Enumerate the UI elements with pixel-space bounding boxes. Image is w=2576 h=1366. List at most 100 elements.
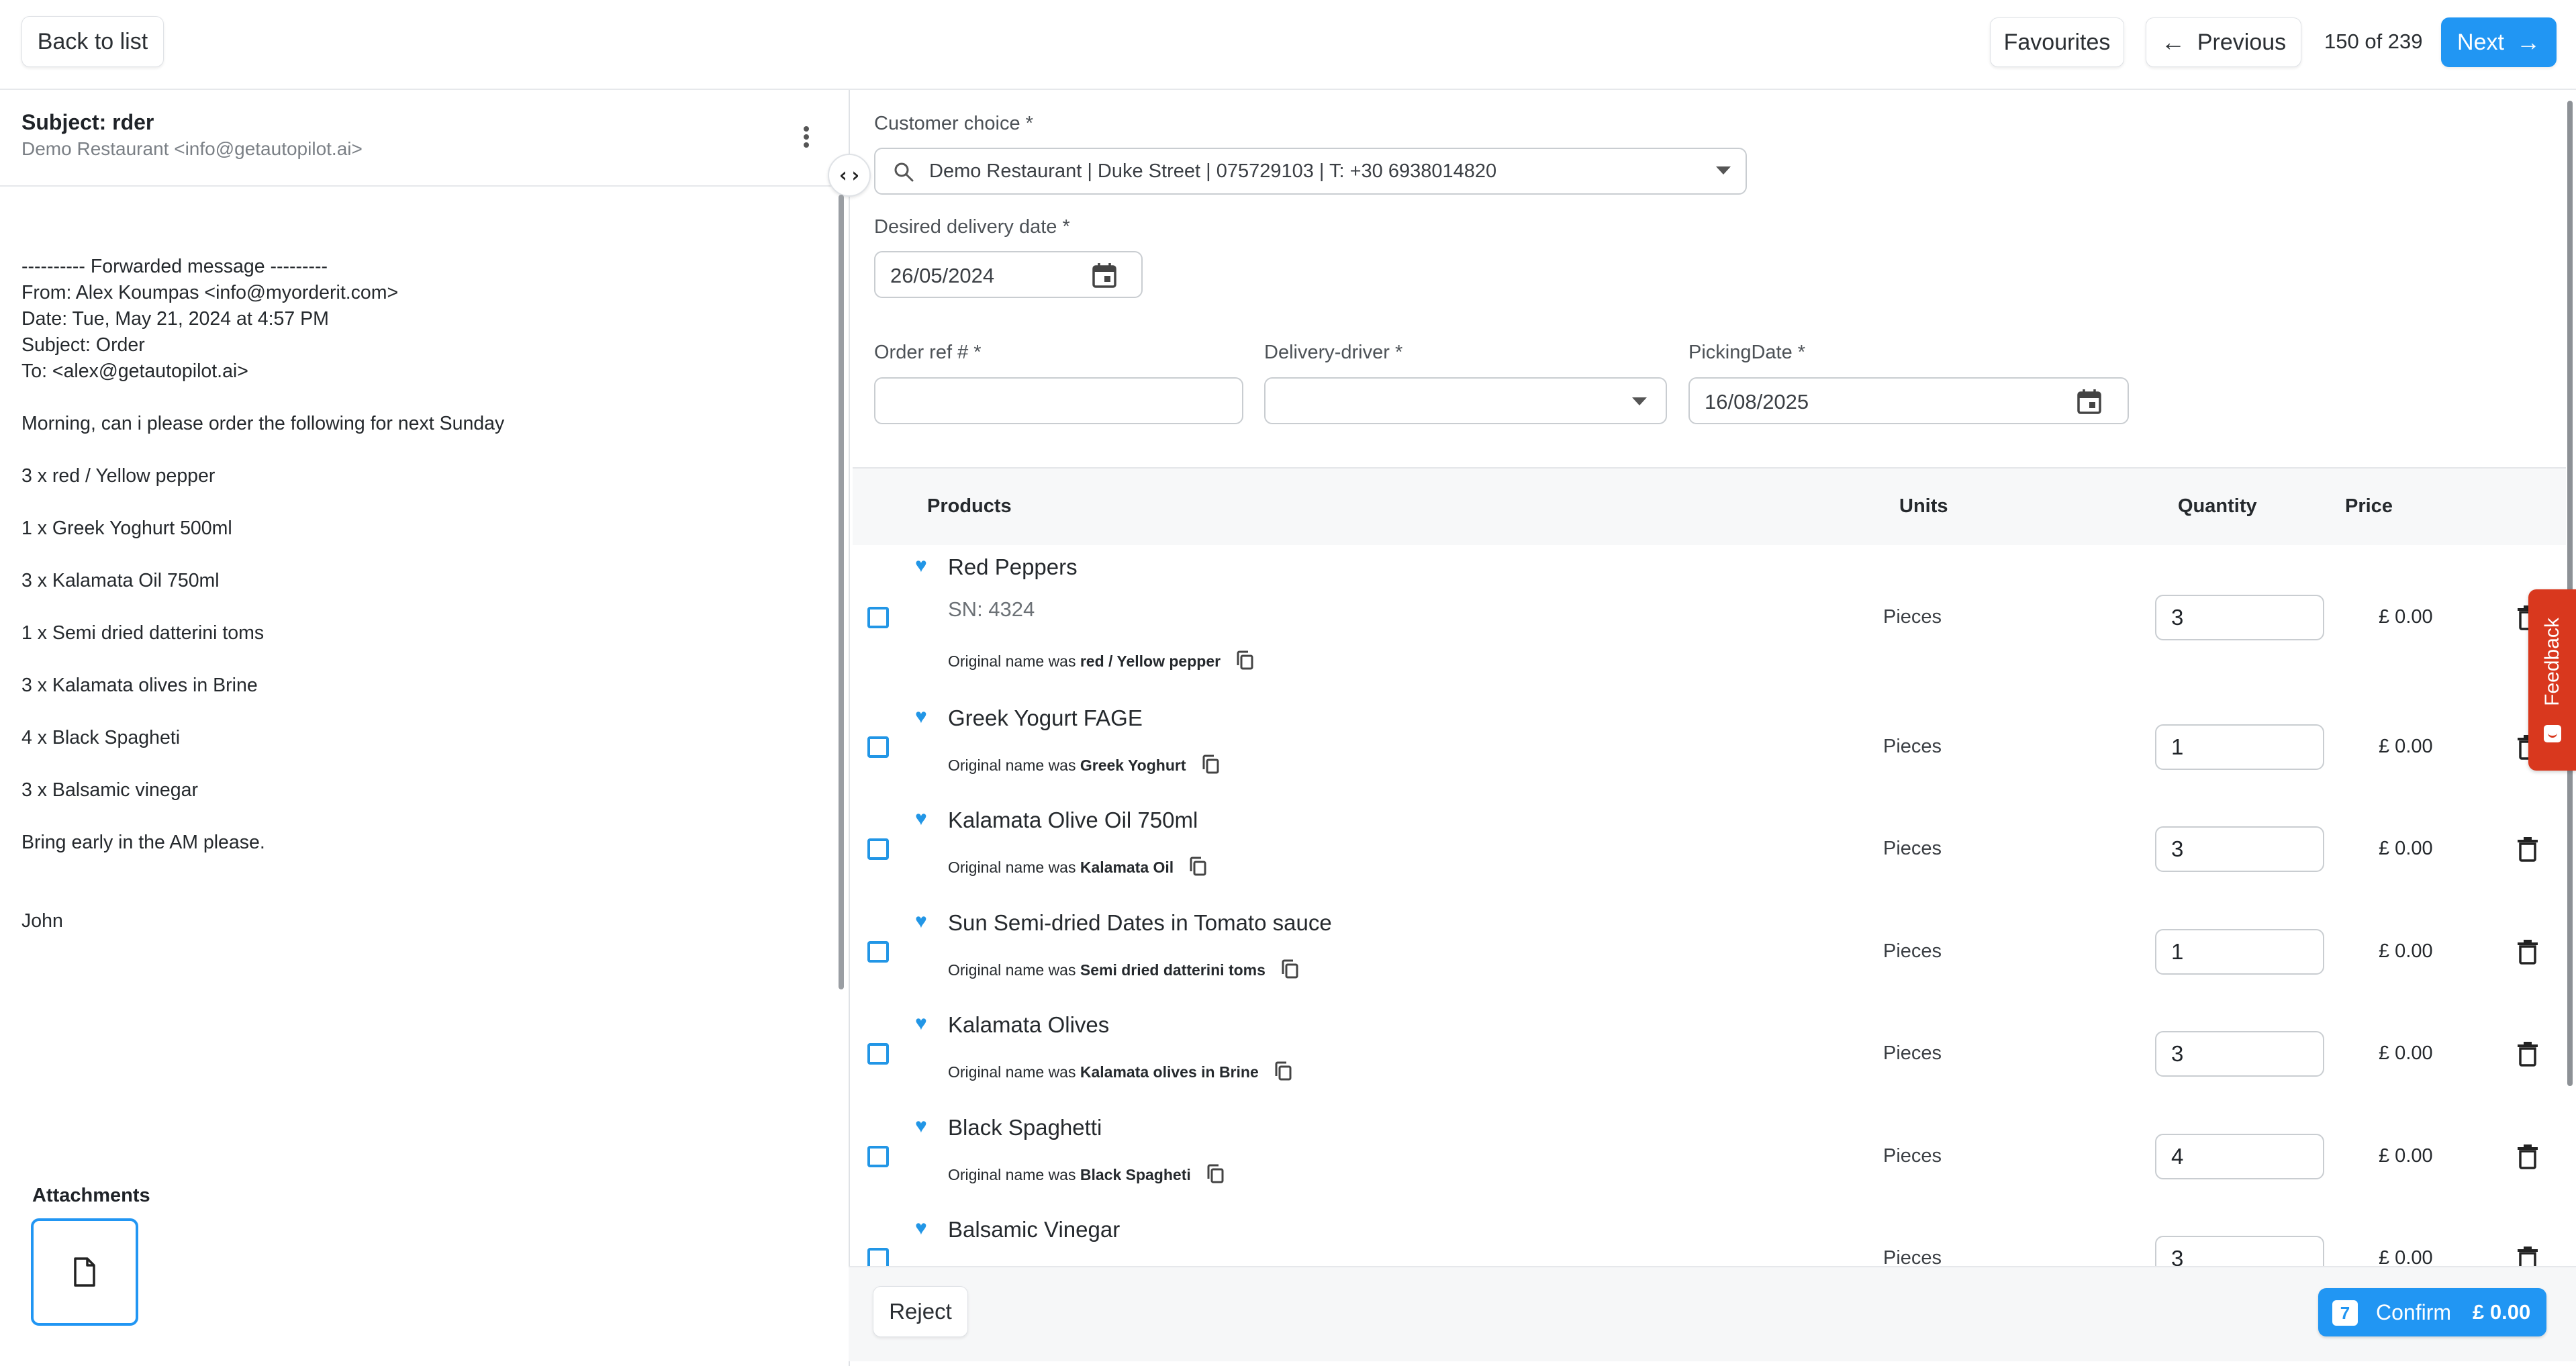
email-body-line: From: Alex Koumpas <info@myorderit.com> [21,282,399,303]
email-scrollbar[interactable] [839,195,844,989]
original-name-prefix: Original name was [948,757,1076,774]
feedback-label: Feedback [2541,618,2563,706]
product-price: £ 0.00 [2379,1145,2433,1167]
original-name-note: Original name was red / Yellow pepper [948,650,1254,671]
product-units: Pieces [1883,940,1942,962]
product-units: Pieces [1883,736,1942,757]
email-body-line: Subject: Order [21,334,145,356]
original-name-prefix: Original name was [948,961,1076,979]
row-select-checkbox[interactable] [867,607,889,628]
row-select-checkbox[interactable] [867,1146,889,1167]
email-body-line: 4 x Black Spagheti [21,727,181,748]
copy-icon[interactable] [1188,857,1207,877]
calendar-icon[interactable] [2077,388,2102,415]
copy-icon[interactable] [1274,1061,1292,1081]
email-body-line [21,699,504,725]
original-name-prefix: Original name was [948,652,1076,670]
delete-icon[interactable] [2516,1144,2539,1169]
favourite-heart-icon[interactable]: ♥ [915,912,927,932]
original-name-note: Original name was Greek Yoghurt [948,754,1220,775]
email-body-line: 3 x red / Yellow pepper [21,465,216,487]
column-header-price: Price [2345,495,2393,517]
copy-icon[interactable] [1235,650,1254,671]
confirm-button[interactable]: 7 Confirm £ 0.00 [2318,1288,2546,1336]
next-button[interactable]: Next → [2441,17,2557,67]
email-sender: Demo Restaurant <info@getautopilot.ai> [21,138,363,159]
favourites-label: Favourites [2003,29,2111,55]
calendar-icon[interactable] [1092,262,1117,289]
email-body-line: ---------- Forwarded message --------- [21,256,328,277]
quantity-input[interactable]: 3 [2155,595,2324,640]
quantity-input[interactable]: 3 [2155,1031,2324,1077]
email-body-line: 3 x Kalamata olives in Brine [21,675,258,696]
column-header-products: Products [927,495,1012,517]
quantity-input[interactable]: 1 [2155,929,2324,975]
delete-icon[interactable] [2516,939,2539,965]
row-select-checkbox[interactable] [867,838,889,860]
delivery-date-label: Desired delivery date * [874,216,1070,238]
quantity-value: 4 [2171,1144,2184,1169]
pane-resize-handle[interactable]: ‹› [828,154,871,197]
favourite-heart-icon[interactable]: ♥ [915,1218,927,1238]
quantity-input[interactable]: 1 [2155,724,2324,770]
customer-choice-select[interactable]: Demo Restaurant | Duke Street | 07572910… [874,148,1747,195]
delivery-date-input[interactable]: 26/05/2024 [874,251,1143,298]
previous-button[interactable]: ← Previous [2146,17,2301,67]
original-name-value: Greek Yoghurt [1080,757,1186,774]
favourite-heart-icon[interactable]: ♥ [915,556,927,576]
copy-icon[interactable] [1201,754,1220,775]
delete-icon[interactable] [2516,1041,2539,1067]
favourites-button[interactable]: Favourites [1990,17,2124,67]
delete-icon[interactable] [2516,836,2539,862]
product-units: Pieces [1883,838,1942,859]
attachments-heading: Attachments [32,1185,150,1206]
arrow-right-icon: → [2516,28,2540,56]
picking-date-input[interactable]: 16/08/2025 [1688,377,2129,424]
original-name-value: Kalamata Oil [1080,859,1174,876]
reject-button[interactable]: Reject [873,1286,968,1337]
favourite-heart-icon[interactable]: ♥ [915,1116,927,1136]
order-ref-input[interactable] [874,377,1243,424]
reject-label: Reject [889,1299,952,1324]
email-header-divider [0,185,847,187]
confirm-total: £ 0.00 [2473,1300,2531,1324]
product-name: Kalamata Olive Oil 750ml [948,808,1198,832]
delivery-driver-select[interactable] [1264,377,1667,424]
attachment-file[interactable] [31,1218,138,1326]
email-body-line [21,751,504,777]
quantity-value: 3 [2171,1041,2184,1066]
back-to-list-label: Back to list [37,28,148,54]
row-select-checkbox[interactable] [867,736,889,758]
original-name-value: Semi dried datterini toms [1080,961,1266,979]
feedback-tab[interactable]: Feedback [2528,589,2576,771]
row-select-checkbox[interactable] [867,941,889,963]
original-name-prefix: Original name was [948,859,1076,876]
email-body-line [21,542,504,568]
search-icon [894,162,914,182]
copy-icon[interactable] [1280,959,1299,979]
copy-icon[interactable] [1206,1164,1225,1184]
arrow-left-icon: ← [2160,28,2185,56]
favourite-heart-icon[interactable]: ♥ [915,809,927,829]
row-select-checkbox[interactable] [867,1043,889,1065]
column-header-quantity: Quantity [2178,495,2257,517]
favourite-heart-icon[interactable]: ♥ [915,707,927,727]
email-body-line: 1 x Greek Yoghurt 500ml [21,518,232,539]
back-to-list-button[interactable]: Back to list [21,16,164,67]
email-menu-icon[interactable] [796,125,816,149]
product-name: Black Spaghetti [948,1115,1102,1140]
email-body-line [21,856,504,882]
email-body-line: 3 x Balsamic vinegar [21,779,198,801]
product-price: £ 0.00 [2379,736,2433,757]
original-name-value: red / Yellow pepper [1080,652,1221,670]
quantity-input[interactable]: 3 [2155,826,2324,872]
pager-text: 150 of 239 [2324,30,2423,53]
quantity-input[interactable]: 4 [2155,1134,2324,1179]
original-name-prefix: Original name was [948,1063,1076,1081]
favourite-heart-icon[interactable]: ♥ [915,1014,927,1034]
customer-choice-label: Customer choice * [874,113,1033,134]
picking-date-value: 16/08/2025 [1705,390,1809,413]
picking-date-label: PickingDate * [1688,342,1806,363]
customer-choice-value: Demo Restaurant | Duke Street | 07572910… [929,160,1497,182]
email-body-line: Bring early in the AM please. [21,832,265,853]
